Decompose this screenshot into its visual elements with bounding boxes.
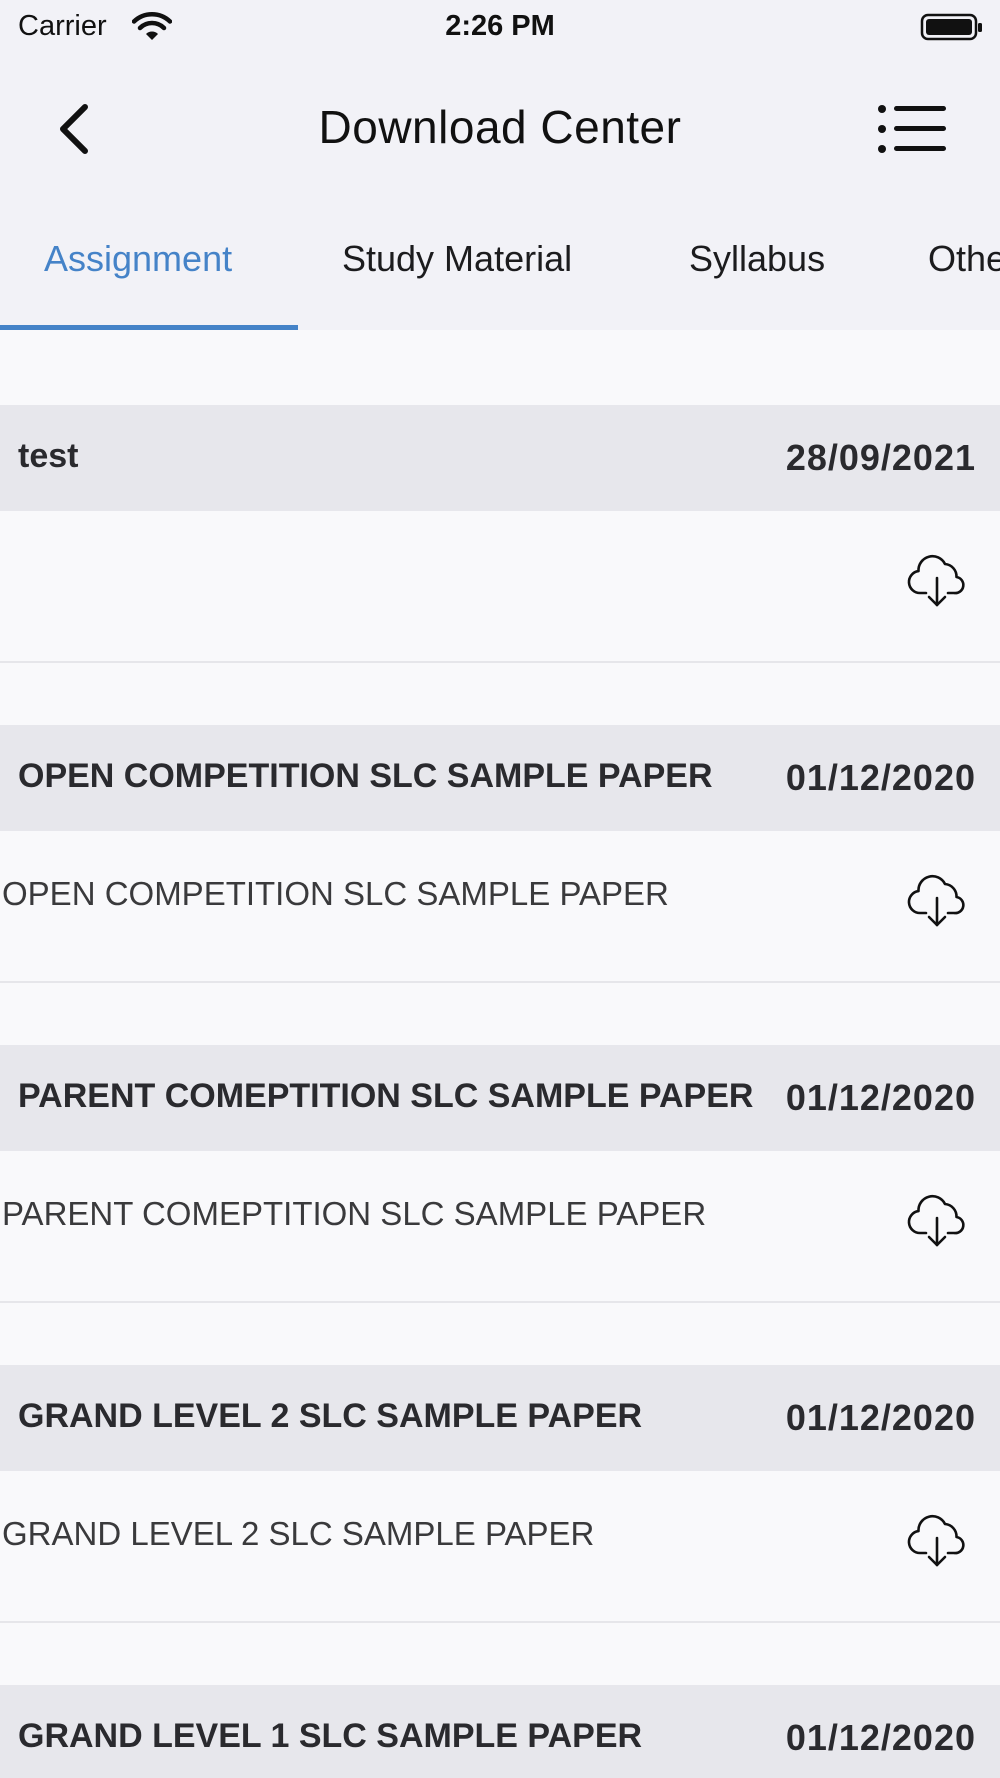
cloud-download-icon[interactable]	[904, 867, 970, 933]
entry-title: PARENT COMEPTITION SLC SAMPLE PAPER	[18, 1077, 754, 1115]
entry-header: OPEN COMPETITION SLC SAMPLE PAPER 01/12/…	[0, 725, 1000, 831]
entry-title: test	[18, 437, 79, 475]
entry-body: GRAND LEVEL 2 SLC SAMPLE PAPER	[0, 1471, 1000, 1623]
entry-body	[0, 511, 1000, 663]
category-tabs: Assignment Study Material Syllabus Othe	[0, 198, 1000, 330]
entry-body: OPEN COMPETITION SLC SAMPLE PAPER	[0, 831, 1000, 983]
entry-title: OPEN COMPETITION SLC SAMPLE PAPER	[18, 757, 713, 795]
battery-icon	[920, 13, 982, 41]
entry-description: PARENT COMEPTITION SLC SAMPLE PAPER	[2, 1195, 707, 1232]
status-bar: Carrier 2:26 PM	[0, 0, 1000, 58]
entry-description: GRAND LEVEL 2 SLC SAMPLE PAPER	[2, 1515, 595, 1552]
tab-study-material[interactable]: Study Material	[342, 238, 572, 280]
entry-date: 01/12/2020	[785, 757, 976, 798]
page-title: Download Center	[318, 101, 682, 153]
entry-header: PARENT COMEPTITION SLC SAMPLE PAPER 01/1…	[0, 1045, 1000, 1151]
tab-other[interactable]: Othe	[928, 238, 1000, 280]
entry-title: GRAND LEVEL 2 SLC SAMPLE PAPER	[18, 1397, 643, 1435]
menu-button[interactable]	[872, 94, 952, 164]
entry-header: GRAND LEVEL 2 SLC SAMPLE PAPER 01/12/202…	[0, 1365, 1000, 1471]
navigation-bar: Download Center	[0, 58, 1000, 198]
download-list: test 28/09/2021 OPEN COMPETITION SLC SAM…	[0, 330, 1000, 1778]
entry-description: OPEN COMPETITION SLC SAMPLE PAPER	[2, 875, 669, 912]
cloud-download-icon[interactable]	[904, 1187, 970, 1253]
entry-date: 01/12/2020	[785, 1077, 976, 1118]
entry-header: test 28/09/2021	[0, 405, 1000, 511]
entry-header: GRAND LEVEL 1 SLC SAMPLE PAPER 01/12/202…	[0, 1685, 1000, 1778]
entry-body: PARENT COMEPTITION SLC SAMPLE PAPER	[0, 1151, 1000, 1303]
tab-syllabus[interactable]: Syllabus	[689, 238, 825, 280]
status-time: 2:26 PM	[445, 10, 555, 42]
entry-date: 01/12/2020	[785, 1397, 976, 1438]
entry-date: 01/12/2020	[785, 1717, 976, 1758]
entry-title: GRAND LEVEL 1 SLC SAMPLE PAPER	[18, 1717, 643, 1755]
tab-assignment[interactable]: Assignment	[44, 238, 232, 280]
list-menu-icon	[878, 105, 946, 153]
cloud-download-icon[interactable]	[904, 1507, 970, 1573]
cloud-download-icon[interactable]	[904, 547, 970, 613]
entry-date: 28/09/2021	[785, 437, 976, 478]
